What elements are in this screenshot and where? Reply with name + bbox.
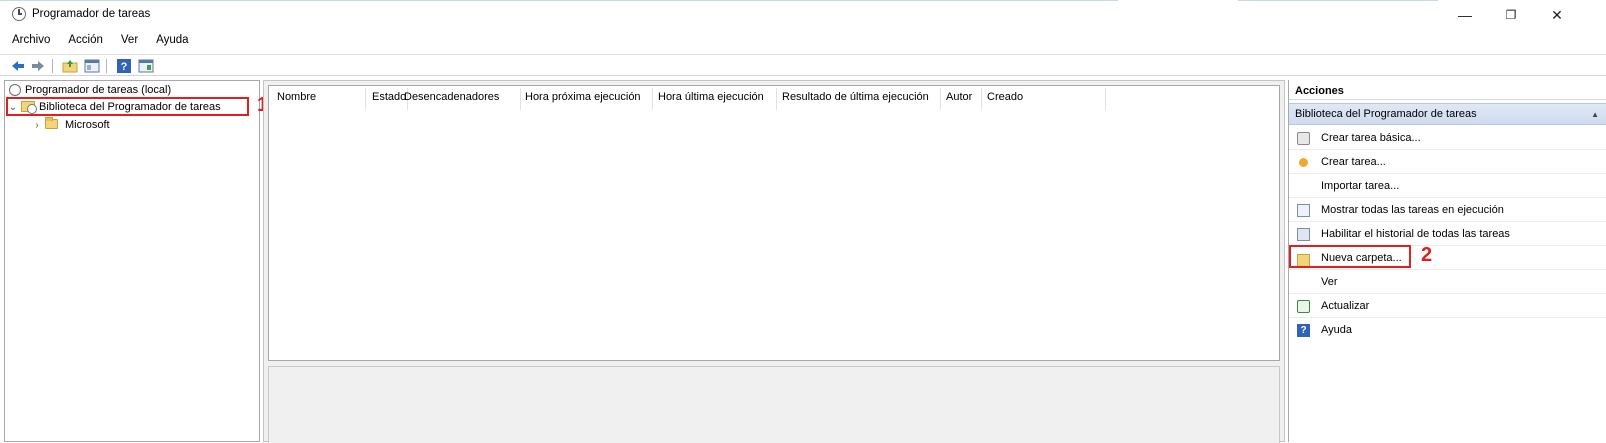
toolbar-separator: [52, 59, 53, 73]
action-label: Habilitar el historial de todas las tare…: [1321, 228, 1510, 240]
column-divider[interactable]: [1105, 88, 1106, 110]
column-creado[interactable]: Creado: [987, 91, 1023, 103]
action-crear-tarea-basica[interactable]: Crear tarea básica...: [1289, 127, 1606, 150]
action-ver[interactable]: Ver: [1289, 271, 1606, 294]
clock-icon: [9, 84, 21, 97]
task-scheduler-icon: [12, 7, 26, 21]
top-border-line-right: [1238, 0, 1438, 1]
action-importar-tarea[interactable]: Importar tarea...: [1289, 175, 1606, 198]
column-resultado[interactable]: Resultado de última ejecución: [782, 91, 929, 103]
column-divider[interactable]: [776, 88, 777, 110]
column-divider[interactable]: [940, 88, 941, 110]
chevron-right-icon[interactable]: ›: [31, 117, 43, 134]
basic-task-icon: [1297, 132, 1310, 145]
column-divider[interactable]: [981, 88, 982, 110]
action-actualizar[interactable]: Actualizar: [1289, 295, 1606, 318]
actions-section-label: Biblioteca del Programador de tareas: [1295, 108, 1477, 120]
toolbar: ?: [0, 54, 1606, 76]
toolbar-separator: [106, 59, 107, 73]
column-estado[interactable]: Estado: [372, 91, 406, 103]
action-label: Crear tarea...: [1321, 156, 1386, 168]
highlight-box-1: [6, 97, 249, 116]
action-label: Crear tarea básica...: [1321, 132, 1421, 144]
action-crear-tarea[interactable]: Crear tarea...: [1289, 151, 1606, 174]
tree-microsoft[interactable]: › Microsoft: [31, 117, 110, 134]
highlight-box-2: [1289, 245, 1411, 268]
action-mostrar-en-ejecucion[interactable]: Mostrar todas las tareas en ejecución: [1289, 199, 1606, 222]
menu-ayuda[interactable]: Ayuda: [154, 34, 190, 50]
column-hora-ultima[interactable]: Hora última ejecución: [658, 91, 764, 103]
column-nombre[interactable]: Nombre: [277, 91, 316, 103]
top-border-line: [0, 0, 1118, 1]
create-task-icon: [1297, 156, 1310, 169]
restore-button[interactable]: ❐: [1488, 4, 1534, 26]
action-label: Actualizar: [1321, 300, 1370, 312]
tree-root-label: Programador de tareas (local): [25, 84, 172, 96]
column-autor[interactable]: Autor: [946, 91, 972, 103]
column-divider[interactable]: [652, 88, 653, 110]
title-bar: Programador de tareas — ❐ ✕: [0, 4, 1606, 26]
action-label: Ayuda: [1321, 324, 1352, 336]
close-button[interactable]: ✕: [1534, 4, 1580, 26]
action-label: Mostrar todas las tareas en ejecución: [1321, 204, 1504, 216]
column-divider[interactable]: [520, 88, 521, 110]
minimize-button[interactable]: —: [1442, 4, 1488, 26]
svg-text:?: ?: [121, 61, 128, 73]
action-label: Ver: [1321, 276, 1338, 288]
help-icon[interactable]: ?: [116, 58, 132, 74]
center-pane: Nombre Estado Desencadenadores Hora próx…: [263, 80, 1285, 443]
detail-pane: [268, 366, 1280, 443]
column-hora-proxima[interactable]: Hora próxima ejecución: [525, 91, 641, 103]
menu-bar: Archivo Acción Ver Ayuda: [10, 34, 191, 50]
actions-section-library[interactable]: Biblioteca del Programador de tareas ▲: [1289, 103, 1606, 125]
running-tasks-icon: [1297, 204, 1310, 217]
back-arrow-icon[interactable]: [10, 58, 26, 74]
show-pane-icon[interactable]: [138, 58, 154, 74]
forward-arrow-icon[interactable]: [30, 58, 46, 74]
console-tree-icon[interactable]: [84, 58, 100, 74]
menu-accion[interactable]: Acción: [66, 34, 105, 50]
history-icon: [1297, 228, 1310, 241]
action-habilitar-historial[interactable]: Habilitar el historial de todas las tare…: [1289, 223, 1606, 246]
folder-icon: [45, 117, 58, 130]
folder-up-icon[interactable]: [62, 58, 78, 74]
help-icon: ?: [1297, 324, 1310, 337]
action-ayuda[interactable]: ? Ayuda: [1289, 319, 1606, 342]
action-label: Importar tarea...: [1321, 180, 1400, 192]
task-list[interactable]: Nombre Estado Desencadenadores Hora próx…: [268, 85, 1280, 361]
refresh-icon: [1297, 300, 1310, 313]
window-title: Programador de tareas: [32, 8, 151, 20]
tree-microsoft-label: Microsoft: [65, 119, 110, 131]
callout-number-2: 2: [1421, 244, 1433, 266]
menu-archivo[interactable]: Archivo: [10, 34, 52, 50]
collapse-arrow-icon[interactable]: ▲: [1591, 104, 1599, 125]
actions-header: Acciones: [1289, 82, 1606, 100]
console-tree-pane: Programador de tareas (local) ⌄ Bibliotec…: [4, 80, 260, 442]
menu-ver[interactable]: Ver: [119, 34, 140, 50]
column-desencadenadores[interactable]: Desencadenadores: [404, 91, 499, 103]
column-divider[interactable]: [365, 88, 366, 110]
